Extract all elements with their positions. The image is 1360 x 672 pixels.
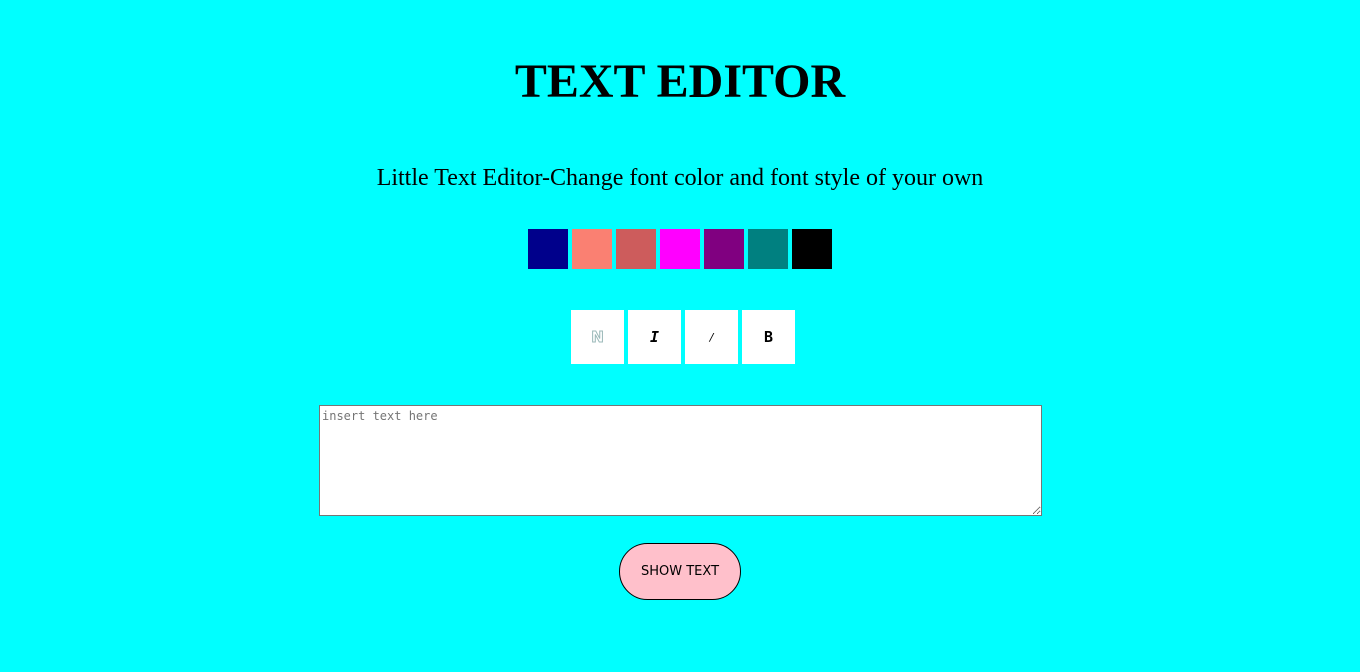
color-swatch-indianred[interactable]	[616, 229, 656, 269]
page-title: TEXT EDITOR	[514, 55, 846, 108]
oblique-style-button[interactable]: /	[685, 310, 738, 364]
color-swatch-navy[interactable]	[528, 229, 568, 269]
text-input[interactable]	[319, 405, 1042, 516]
bold-style-button[interactable]: B	[742, 310, 795, 364]
color-swatch-row	[528, 229, 832, 269]
italic-style-button[interactable]: I	[628, 310, 681, 364]
normal-style-button[interactable]: N	[571, 310, 624, 364]
font-style-row: N I / B	[571, 310, 795, 364]
show-text-button[interactable]: SHOW TEXT	[619, 543, 741, 600]
color-swatch-black[interactable]	[792, 229, 832, 269]
color-swatch-salmon[interactable]	[572, 229, 612, 269]
color-swatch-teal[interactable]	[748, 229, 788, 269]
page-subtitle: Little Text Editor-Change font color and…	[376, 165, 984, 191]
color-swatch-magenta[interactable]	[660, 229, 700, 269]
color-swatch-purple[interactable]	[704, 229, 744, 269]
